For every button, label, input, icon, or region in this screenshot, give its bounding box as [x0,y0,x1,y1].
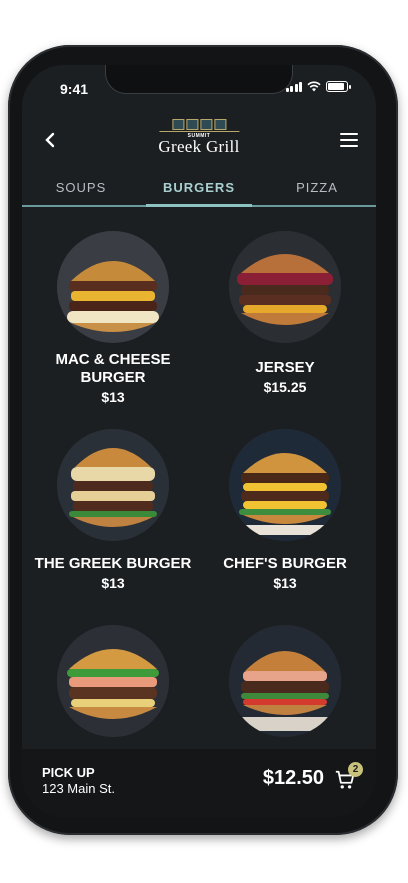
menu-item[interactable]: JERSEY $15.25 [200,231,370,395]
brand-logo: SUMMIT Greek Grill [158,119,239,155]
burger-image [57,429,169,541]
menu-item[interactable] [200,625,370,745]
tab-burgers[interactable]: BURGERS [140,177,258,207]
back-button[interactable] [44,127,56,155]
menu-item[interactable]: CHEF'S BURGER $13 [200,429,370,591]
logo-name: Greek Grill [158,137,240,156]
header: SUMMIT Greek Grill [22,117,376,177]
burger-image [229,625,341,737]
item-name: MAC & CHEESE BURGER [55,351,171,386]
item-price: $13 [101,389,125,405]
order-footer: PICK UP 123 Main St. $12.50 2 [22,749,376,817]
tab-soups[interactable]: SOUPS [22,177,140,205]
item-price: $13 [101,575,125,591]
menu-item[interactable]: MAC & CHEESE BURGER $13 [28,231,198,405]
status-time: 9:41 [60,81,89,97]
signal-icon [285,81,302,92]
pickup-label[interactable]: PICK UP [42,765,95,780]
item-name: THE GREEK BURGER [34,555,192,572]
app-screen: 9:41 SUMMIT Greek Grill SOUPS BURGERS PI… [22,65,376,817]
menu-item[interactable]: THE GREEK BURGER $13 [28,429,198,591]
cart-button[interactable]: 2 [334,762,363,793]
item-name: JERSEY [255,359,315,376]
battery-icon [326,81,351,92]
burger-image [57,231,169,343]
pickup-address[interactable]: 123 Main St. [42,781,115,796]
chevron-left-icon [45,132,55,148]
item-name: CHEF'S BURGER [223,555,347,572]
menu-item[interactable] [28,625,198,745]
hamburger-menu-icon[interactable] [340,133,358,151]
status-icons [285,81,351,92]
burger-image [229,231,341,343]
notch [106,65,292,93]
wifi-icon [307,81,321,92]
item-price: $15.25 [263,379,307,395]
menu-grid: MAC & CHEESE BURGER $13 JERSEY $15.25 TH… [22,209,376,749]
order-total: $12.50 [262,767,324,789]
item-price: $13 [273,575,297,591]
cart-count-badge: 2 [348,762,363,777]
burger-image [57,625,169,737]
category-tabs: SOUPS BURGERS PIZZA [22,177,376,207]
burger-image [229,429,341,541]
logo-emblem [158,119,239,130]
tab-pizza[interactable]: PIZZA [258,177,376,205]
